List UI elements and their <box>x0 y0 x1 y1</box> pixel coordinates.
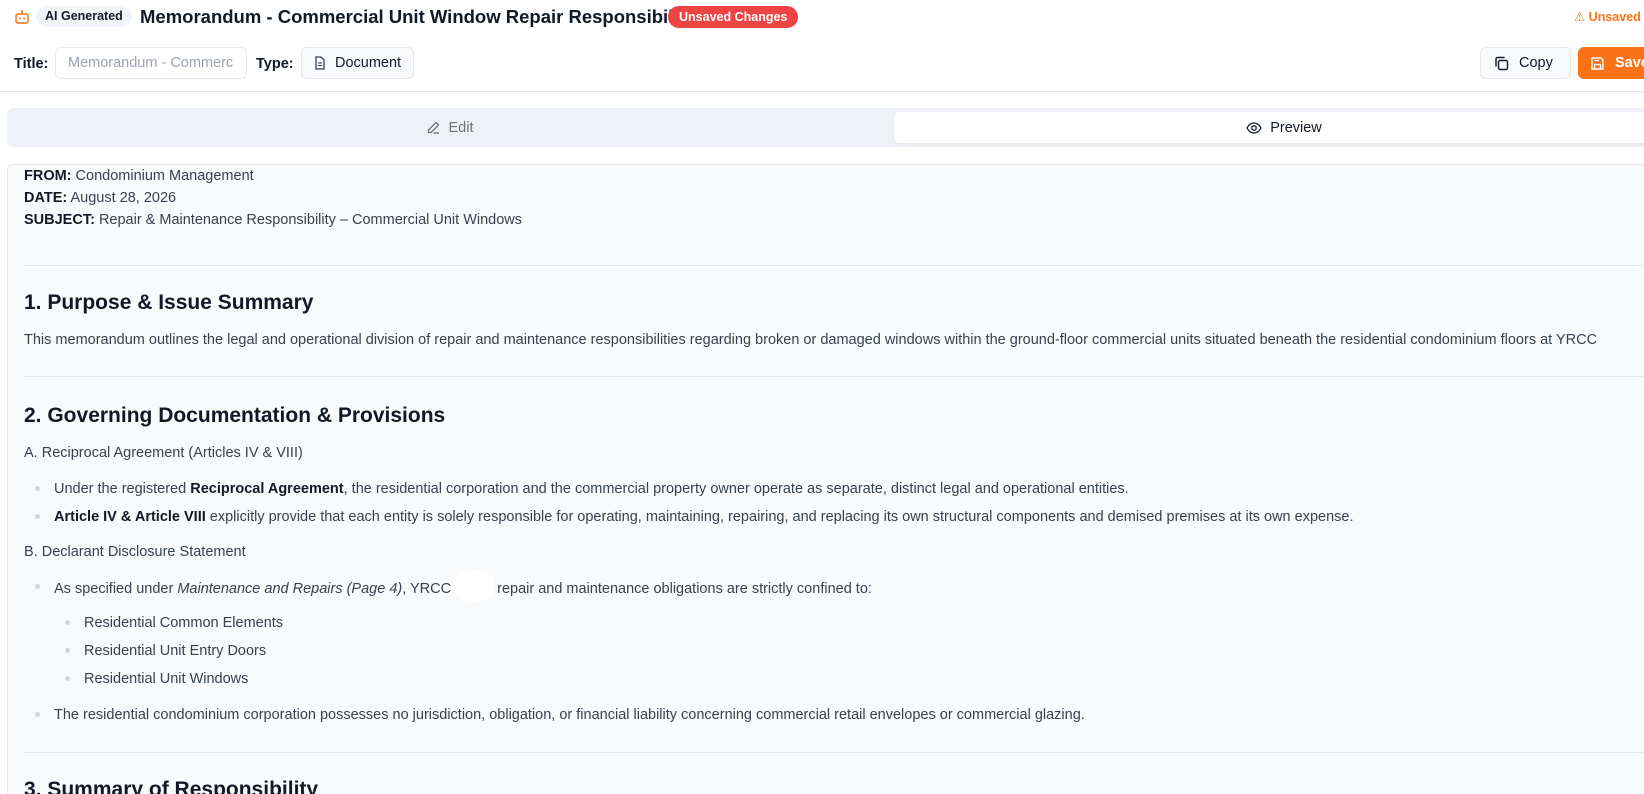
list-item-text: explicitly provide that each entity is s… <box>205 509 1354 525</box>
memo-subject-label: SUBJECT: <box>24 212 95 228</box>
section-1-heading: 1. Purpose & Issue Summary <box>24 291 314 314</box>
type-label: Type: <box>256 56 294 72</box>
list-item-bold: Reciprocal Agreement <box>190 481 344 497</box>
sub-list-item: Residential Unit Entry Doors <box>84 643 267 659</box>
file-icon <box>315 56 325 70</box>
save-button-label: Save <box>1615 55 1644 71</box>
memo-from-value: Condominium Management <box>75 168 254 184</box>
title-label: Title: <box>14 56 49 72</box>
memo-from-label: FROM: <box>24 168 72 184</box>
tab-preview-label: Preview <box>1270 119 1322 136</box>
list-item: The residential condominium corporation … <box>54 707 1085 723</box>
list-item: Under the registered Reciprocal Agreemen… <box>54 479 1129 499</box>
document-title: Memorandum - Commercial Unit Window Repa… <box>140 6 695 27</box>
memo-from: FROM: Condominium Management <box>24 166 254 186</box>
type-select[interactable]: Document <box>301 47 414 79</box>
list-bullet <box>35 514 40 519</box>
section-3-heading: 3. Summary of Responsibility <box>24 778 319 794</box>
eye-icon <box>1246 121 1262 134</box>
list-bullet <box>35 712 40 717</box>
sub-list-item: Residential Common Elements <box>84 615 284 631</box>
list-item-text: , YRCC <box>402 580 452 597</box>
memo-date: DATE: August 28, 2026 <box>24 188 176 208</box>
pencil-icon <box>427 121 439 134</box>
section-divider <box>24 376 1644 377</box>
unsaved-warning-text: ⚠ Unsaved C <box>1574 10 1644 24</box>
header-divider <box>0 91 1644 92</box>
tab-edit[interactable]: Edit <box>7 112 892 143</box>
memo-subject: SUBJECT: Repair & Maintenance Responsibi… <box>24 210 522 230</box>
section-divider <box>24 752 1644 753</box>
list-item-text: repair and maintenance obligations are s… <box>497 580 872 597</box>
list-bullet <box>65 620 70 625</box>
ai-generated-badge: AI Generated <box>36 6 132 27</box>
tab-edit-label: Edit <box>448 119 474 136</box>
save-icon <box>1591 56 1604 70</box>
bot-icon <box>15 10 29 24</box>
list-item-text: Under the registered <box>54 481 191 497</box>
document-toolbar: Title: Type: Document Copy Save <box>0 44 1644 84</box>
unsaved-changes-badge: Unsaved Changes <box>668 6 799 28</box>
document-preview[interactable]: FROM: Condominium Management DATE: Augus… <box>7 164 1644 794</box>
section-2-heading: 2. Governing Documentation & Provisions <box>24 404 446 427</box>
list-bullet <box>35 486 40 491</box>
redacted-text <box>453 571 496 601</box>
copy-button-label: Copy <box>1519 55 1553 71</box>
list-item: Article IV & Article VIII explicitly pro… <box>54 507 1353 527</box>
view-tabs: Edit Preview <box>7 108 1644 147</box>
list-item: As specified under Maintenance and Repai… <box>54 571 872 601</box>
list-bullet <box>65 648 70 653</box>
sub-list-item: Residential Unit Windows <box>84 671 249 687</box>
copy-icon <box>1495 56 1509 70</box>
list-bullet <box>65 676 70 681</box>
list-item-italic: Maintenance and Repairs (Page 4) <box>177 580 403 597</box>
memo-date-label: DATE: <box>24 190 68 206</box>
list-bullet <box>35 584 40 589</box>
section-2b-heading: B. Declarant Disclosure Statement <box>24 544 246 560</box>
memo-date-value: August 28, 2026 <box>70 190 177 206</box>
header-bar: AI Generated Memorandum - Commercial Uni… <box>0 0 1644 34</box>
memo-subject-value: Repair & Maintenance Responsibility – Co… <box>98 212 523 228</box>
list-item-text: , the residential corporation and the co… <box>343 481 1129 497</box>
save-button[interactable]: Save <box>1578 47 1644 79</box>
copy-button[interactable]: Copy <box>1480 47 1571 79</box>
tab-preview[interactable]: Preview <box>894 112 1644 143</box>
title-input[interactable] <box>55 47 247 79</box>
list-item-bold: Article IV & Article VIII <box>54 509 206 525</box>
section-1-paragraph: This memorandum outlines the legal and o… <box>24 332 1598 348</box>
list-item-text: As specified under <box>54 580 178 597</box>
section-divider <box>24 265 1644 266</box>
section-2a-heading: A. Reciprocal Agreement (Articles IV & V… <box>24 445 303 461</box>
type-value: Document <box>335 55 402 71</box>
